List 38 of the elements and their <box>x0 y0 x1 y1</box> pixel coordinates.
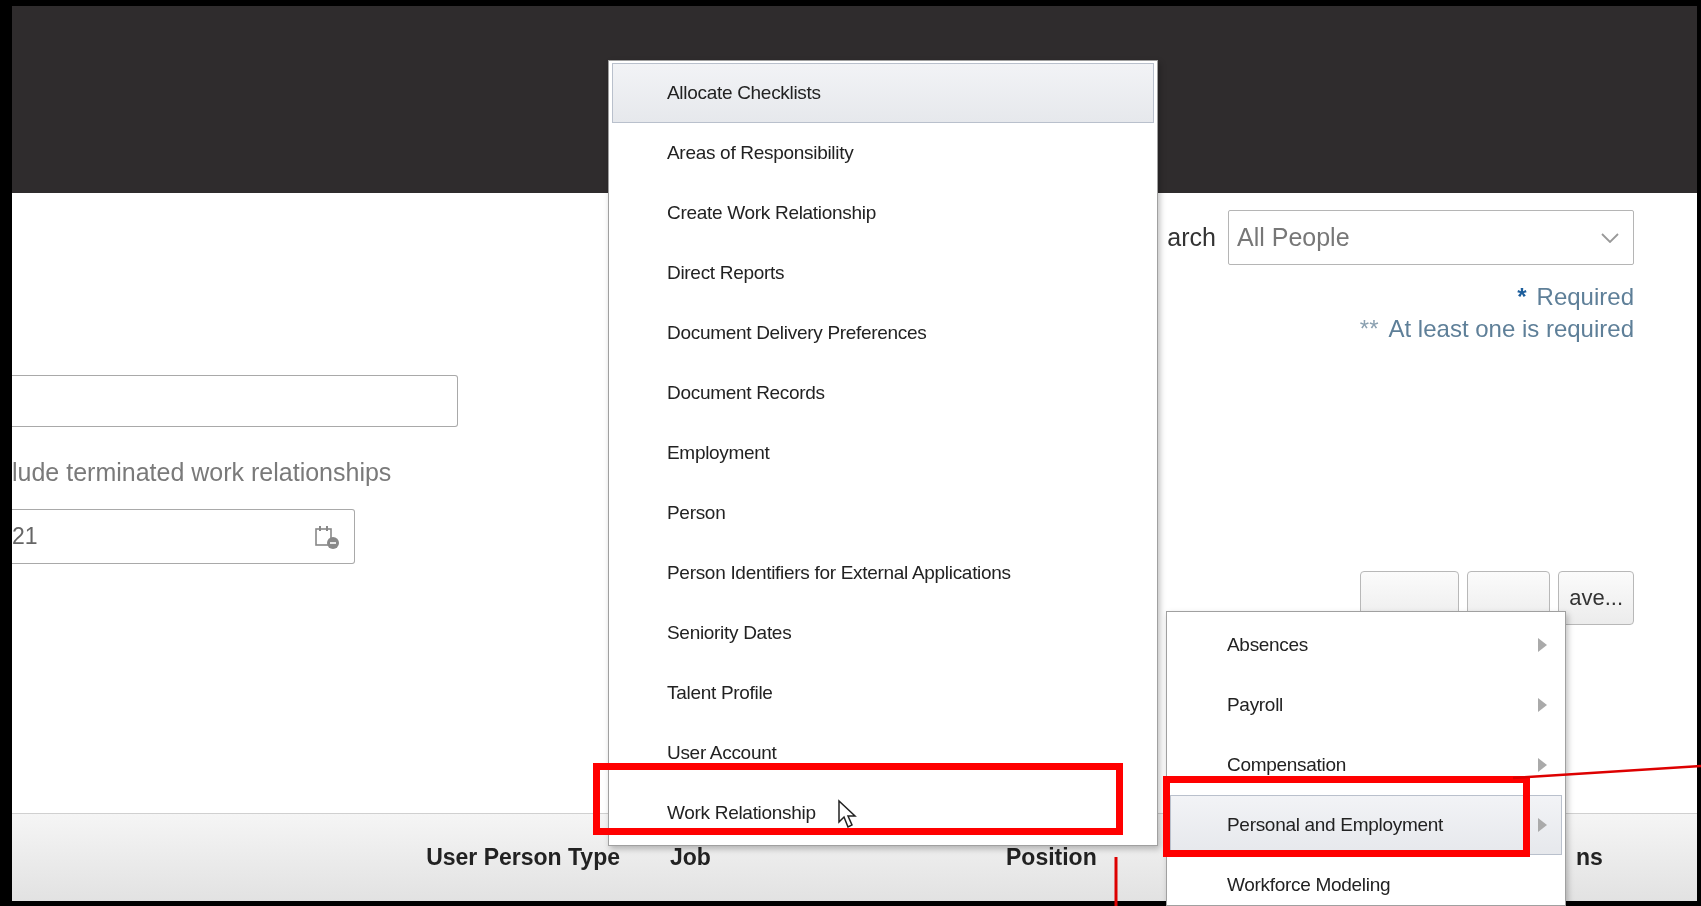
column-header[interactable]: Job <box>620 844 1006 871</box>
legend-text: Required <box>1536 283 1634 311</box>
menu-item[interactable]: Create Work Relationship <box>612 183 1154 243</box>
menu-item[interactable]: Seniority Dates <box>612 603 1154 663</box>
menu-item[interactable]: Allocate Checklists <box>612 63 1154 123</box>
menu-item[interactable]: Employment <box>612 423 1154 483</box>
menu-item[interactable]: Document Records <box>612 363 1154 423</box>
caret-right-icon <box>1538 758 1547 772</box>
caret-right-icon <box>1538 698 1547 712</box>
annotation-line <box>1114 857 1118 906</box>
column-header[interactable]: ns <box>1576 844 1636 871</box>
menu-item[interactable]: Work Relationship <box>612 783 1154 843</box>
asterisk-mark: ** <box>1359 315 1379 343</box>
menu-item[interactable]: Payroll <box>1170 675 1562 735</box>
column-header[interactable]: User Person Type <box>12 844 620 871</box>
calendar-icon[interactable] <box>314 523 340 550</box>
menu-item[interactable]: Person Identifiers for External Applications <box>612 543 1154 603</box>
chevron-down-icon <box>1601 232 1619 243</box>
search-label: arch <box>1167 223 1216 252</box>
menu-item[interactable]: Person <box>612 483 1154 543</box>
menu-item[interactable]: Direct Reports <box>612 243 1154 303</box>
menu-item[interactable]: Areas of Responsibility <box>612 123 1154 183</box>
caret-right-icon <box>1538 818 1547 832</box>
menu-item[interactable]: Talent Profile <box>612 663 1154 723</box>
date-field[interactable]: 21 <box>12 509 355 564</box>
terminated-label: lude terminated work relationships <box>12 457 393 487</box>
pointer-icon <box>838 800 858 830</box>
caret-right-icon <box>1538 638 1547 652</box>
input-field[interactable] <box>12 375 458 427</box>
button[interactable]: ave... <box>1558 571 1634 625</box>
menu-item[interactable]: Workforce Modeling <box>1170 855 1562 905</box>
search-select[interactable]: All People <box>1228 210 1634 265</box>
menu-item[interactable]: Document Delivery Preferences <box>612 303 1154 363</box>
asterisk-mark: * <box>1517 283 1527 311</box>
menu-item[interactable]: Compensation <box>1170 735 1562 795</box>
legend-text: At least one is required <box>1388 315 1634 343</box>
menu-item[interactable]: Personal and Employment <box>1170 795 1562 855</box>
menu-item[interactable]: User Account <box>612 723 1154 783</box>
